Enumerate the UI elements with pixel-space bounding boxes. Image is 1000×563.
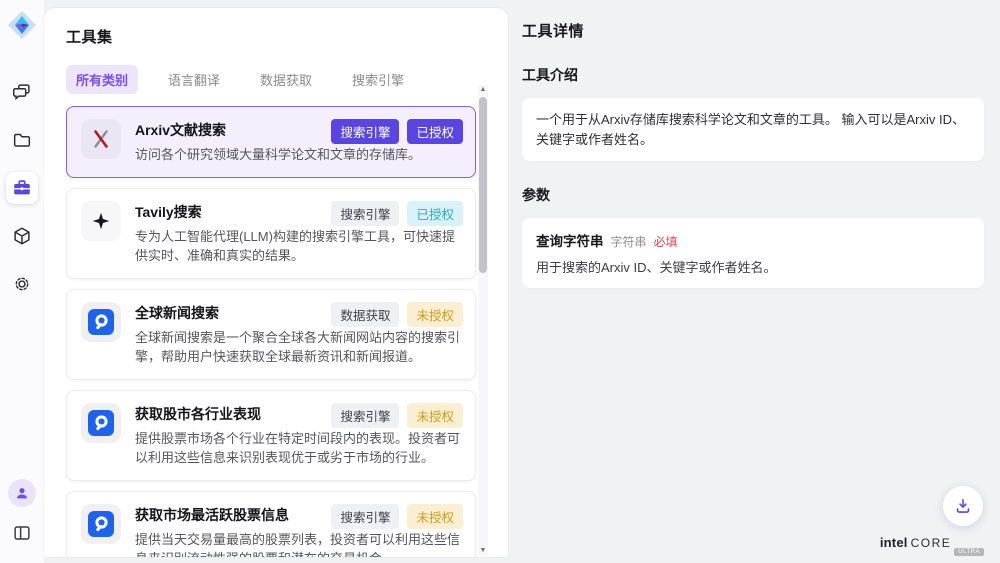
auth-status-badge: 未授权 xyxy=(407,403,463,428)
tool-card-list: Arxiv文献搜索 访问各个研究领域大量科学论文和文章的存储库。 搜索引擎 已授… xyxy=(66,106,476,557)
param-required-flag: 必填 xyxy=(654,233,678,250)
auth-status-badge: 未授权 xyxy=(407,302,463,327)
layout-panels-icon xyxy=(11,522,33,544)
tool-card-active-stocks[interactable]: 获取市场最活跃股票信息 提供当天交易量最高的股票列表，投资者可以利用这些信息来识… xyxy=(66,491,476,558)
brand-core-text: CORE xyxy=(911,536,952,550)
list-scrollbar[interactable]: ▲ ▼ xyxy=(478,85,488,556)
left-sidebar xyxy=(0,0,44,563)
scrollbar-thumb[interactable] xyxy=(479,97,487,273)
user-avatar[interactable] xyxy=(8,479,36,507)
sidebar-item-chat[interactable] xyxy=(6,76,38,108)
tool-description: 专为人工智能代理(LLM)构建的搜索引擎工具，可快速提供实时、准确和真实的结果。 xyxy=(135,227,461,266)
param-description: 用于搜索的Arxiv ID、关键字或作者姓名。 xyxy=(536,257,970,276)
download-button[interactable] xyxy=(943,486,983,526)
tool-description: 提供当天交易量最高的股票列表，投资者可以利用这些信息来识别流动性强的股票和潜在的… xyxy=(135,530,461,558)
search-q-icon xyxy=(81,302,121,342)
tab-data-acquisition[interactable]: 数据获取 xyxy=(250,65,322,94)
app-logo xyxy=(7,10,37,40)
tool-card-arxiv[interactable]: Arxiv文献搜索 访问各个研究领域大量科学论文和文章的存储库。 搜索引擎 已授… xyxy=(66,106,476,178)
folder-icon xyxy=(11,129,33,151)
param-type: 字符串 xyxy=(611,233,647,250)
collapse-panel-button[interactable] xyxy=(6,517,38,549)
tab-all-categories[interactable]: 所有类别 xyxy=(66,65,138,94)
tool-description: 全球新闻搜索是一个聚合全球各大新闻网站内容的搜索引擎，帮助用户快速获取全球最新资… xyxy=(135,328,461,367)
tool-detail-panel: 工具详情 工具介绍 一个用于从Arxiv存储库搜索科学论文和文章的工具。 输入可… xyxy=(508,0,1000,563)
tool-card-sector-performance[interactable]: 获取股市各行业表现 提供股票市场各个行业在特定时间段内的表现。投资者可以利用这些… xyxy=(66,390,476,481)
params-heading: 参数 xyxy=(522,185,984,205)
auth-status-badge: 已授权 xyxy=(407,201,463,226)
intro-heading: 工具介绍 xyxy=(522,65,984,85)
param-name: 查询字符串 xyxy=(536,230,604,250)
scroll-down-arrow-icon[interactable]: ▼ xyxy=(478,546,488,556)
category-badge: 搜索引擎 xyxy=(331,119,399,144)
param-box: 查询字符串 字符串 必填 用于搜索的Arxiv ID、关键字或作者姓名。 xyxy=(522,218,984,288)
intro-text: 一个用于从Arxiv存储库搜索科学论文和文章的工具。 输入可以是Arxiv ID… xyxy=(536,110,970,149)
brand-intel-text: intel xyxy=(880,535,908,550)
auth-status-badge: 未授权 xyxy=(407,504,463,529)
sidebar-item-tools[interactable] xyxy=(6,172,38,204)
auth-status-badge: 已授权 xyxy=(407,119,463,144)
tool-list-title: 工具集 xyxy=(66,26,508,47)
settings-gear-icon xyxy=(11,273,33,295)
tavily-sparkle-icon xyxy=(81,201,121,241)
tab-language-translation[interactable]: 语言翻译 xyxy=(158,65,230,94)
search-q-icon xyxy=(81,403,121,443)
tool-card-tavily[interactable]: Tavily搜索 专为人工智能代理(LLM)构建的搜索引擎工具，可快速提供实时、… xyxy=(66,188,476,279)
category-tabs: 所有类别 语言翻译 数据获取 搜索引擎 xyxy=(66,65,508,94)
cube-icon xyxy=(11,225,33,247)
download-icon xyxy=(953,496,973,516)
toolbox-icon xyxy=(11,177,33,199)
category-badge: 搜索引擎 xyxy=(331,201,399,226)
intel-core-logo: intel CORE ULTRA xyxy=(880,535,984,550)
sidebar-item-files[interactable] xyxy=(6,124,38,156)
tool-card-global-news[interactable]: 全球新闻搜索 全球新闻搜索是一个聚合全球各大新闻网站内容的搜索引擎，帮助用户快速… xyxy=(66,289,476,380)
user-icon xyxy=(14,485,30,501)
scroll-up-arrow-icon[interactable]: ▲ xyxy=(478,85,488,95)
category-badge: 搜索引擎 xyxy=(331,403,399,428)
category-badge: 搜索引擎 xyxy=(331,504,399,529)
sidebar-item-models[interactable] xyxy=(6,220,38,252)
intro-box: 一个用于从Arxiv存储库搜索科学论文和文章的工具。 输入可以是Arxiv ID… xyxy=(522,98,984,161)
sidebar-item-settings[interactable] xyxy=(6,268,38,300)
brand-ultra-badge: ULTRA xyxy=(954,548,984,556)
search-q-icon xyxy=(81,504,121,544)
detail-title: 工具详情 xyxy=(522,20,984,41)
tool-description: 提供股票市场各个行业在特定时间段内的表现。投资者可以利用这些信息来识别表现优于或… xyxy=(135,429,461,468)
tab-search-engine[interactable]: 搜索引擎 xyxy=(342,65,414,94)
tool-description: 访问各个研究领域大量科学论文和文章的存储库。 xyxy=(135,145,461,165)
category-badge: 数据获取 xyxy=(331,302,399,327)
arxiv-logo-icon xyxy=(81,119,121,159)
tool-list-panel: 工具集 所有类别 语言翻译 数据获取 搜索引擎 Arxiv文献搜索 xyxy=(44,8,508,557)
chat-icon xyxy=(11,81,33,103)
